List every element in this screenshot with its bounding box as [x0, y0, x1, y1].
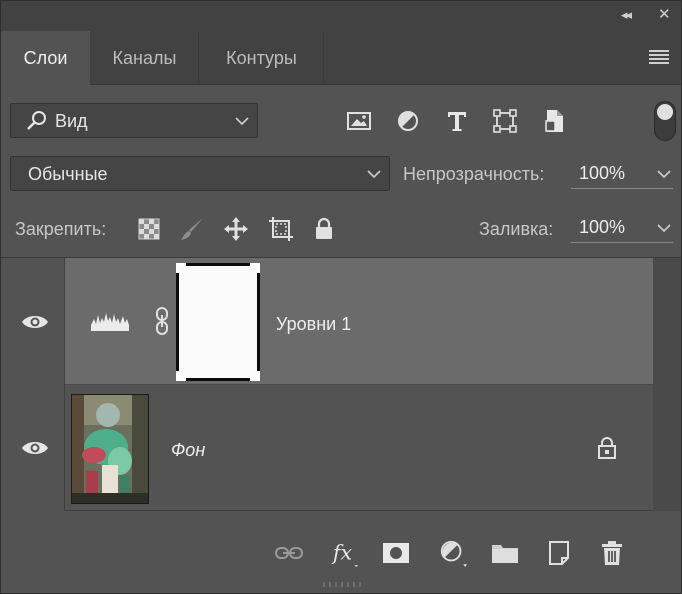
panel-titlebar: ◂◂ ✕: [1, 1, 681, 31]
filter-toggle-switch[interactable]: [654, 101, 676, 141]
new-group-folder-icon[interactable]: [491, 539, 519, 567]
tab-layers[interactable]: Слои: [1, 31, 90, 86]
layer-body[interactable]: Уровни 1: [65, 258, 653, 385]
toggle-knob: [657, 104, 673, 120]
new-adjustment-layer-icon[interactable]: [439, 539, 467, 567]
image-filter-icon[interactable]: [345, 107, 373, 135]
link-layers-icon[interactable]: [275, 539, 303, 567]
blend-mode-value: Обычные: [28, 164, 108, 184]
fill-value: 100%: [579, 217, 626, 237]
collapse-panel-icon[interactable]: ◂◂: [621, 7, 632, 23]
layer-row-background[interactable]: Фон: [1, 385, 681, 511]
type-filter-icon[interactable]: [443, 107, 471, 135]
eye-icon[interactable]: [21, 313, 49, 331]
close-panel-icon[interactable]: ✕: [658, 5, 671, 23]
lock-icon: [598, 437, 616, 459]
lock-all-icon[interactable]: [310, 215, 338, 243]
layers-panel: ◂◂ ✕ Слои Каналы Контуры Вид Обычные Неп…: [0, 0, 682, 594]
photo-thumbnail[interactable]: [71, 394, 149, 504]
panel-tabs: Слои Каналы Контуры: [1, 31, 681, 86]
chevron-down-icon: [367, 170, 381, 179]
chevron-down-icon: [657, 170, 671, 179]
blend-mode-select[interactable]: Обычные: [10, 156, 390, 191]
adjustment-filter-icon[interactable]: [394, 107, 422, 135]
layer-name[interactable]: Фон: [171, 440, 205, 461]
visibility-cell[interactable]: [1, 258, 65, 385]
visibility-cell[interactable]: [1, 385, 65, 511]
filter-kind-select[interactable]: Вид: [10, 103, 258, 138]
shape-filter-icon[interactable]: [491, 107, 519, 135]
eye-icon[interactable]: [21, 439, 49, 457]
layer-row-levels[interactable]: Уровни 1: [1, 258, 681, 385]
tab-channels[interactable]: Каналы: [91, 31, 199, 85]
fill-select[interactable]: 100%: [571, 213, 673, 243]
filter-kind-label: Вид: [55, 111, 88, 131]
search-icon: [27, 111, 46, 130]
link-chain-icon[interactable]: [154, 307, 170, 335]
smart-object-filter-icon[interactable]: [540, 107, 568, 135]
lock-label: Закрепить:: [15, 219, 107, 239]
chevron-down-icon: [235, 117, 249, 126]
lock-position-icon[interactable]: [222, 215, 250, 243]
opacity-label: Непрозрачность:: [403, 164, 545, 184]
svg-text:fx: fx: [331, 541, 352, 565]
new-layer-icon[interactable]: [545, 539, 573, 567]
lock-artboard-icon[interactable]: [267, 215, 295, 243]
lock-image-pixels-icon[interactable]: [178, 215, 206, 243]
panel-menu-icon[interactable]: [649, 50, 669, 64]
add-mask-icon[interactable]: [382, 539, 410, 567]
layer-body[interactable]: Фон: [65, 385, 653, 511]
fill-label: Заливка:: [479, 219, 554, 239]
lock-transparent-pixels-icon[interactable]: [135, 215, 163, 243]
layer-name[interactable]: Уровни 1: [276, 314, 351, 335]
layer-mask-thumbnail[interactable]: [176, 263, 260, 381]
opacity-value: 100%: [579, 163, 626, 183]
layers-list: Уровни 1 Фон: [1, 257, 681, 527]
layers-scrollbar[interactable]: [653, 258, 681, 511]
layer-style-fx-icon[interactable]: fx: [331, 539, 359, 567]
tab-paths[interactable]: Контуры: [200, 31, 324, 85]
opacity-select[interactable]: 100%: [571, 159, 673, 189]
levels-adjustment-icon: [91, 313, 129, 331]
resize-grip-icon[interactable]: [321, 580, 365, 588]
chevron-down-icon: [657, 224, 671, 233]
delete-layer-trash-icon[interactable]: [598, 539, 626, 567]
